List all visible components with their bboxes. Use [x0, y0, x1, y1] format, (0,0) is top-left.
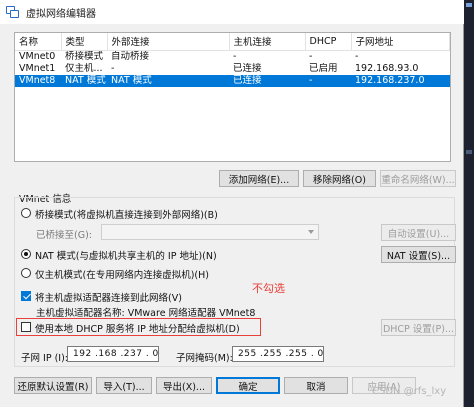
subnet-mask-label: 子网掩码(M):	[176, 353, 233, 364]
cell-type: 仅主机...	[65, 62, 103, 74]
column-header-name[interactable]: 名称	[15, 33, 62, 51]
window-title: 虚拟网络编辑器	[26, 8, 96, 20]
cancel-button[interactable]: 取消	[284, 377, 348, 394]
cell-external: 自动桥接	[111, 50, 150, 62]
cell-dhcp: -	[305, 74, 351, 87]
dhcp-checkbox[interactable]	[21, 322, 31, 332]
connect-adapter-label[interactable]: 将主机虚拟适配器连接到此网络(V)	[35, 290, 182, 304]
cell-external: NAT 模式	[107, 74, 229, 87]
restore-defaults-button[interactable]: 还原默认设置(R)	[14, 377, 92, 394]
host-only-mode-label[interactable]: 仅主机模式(在专用网络内连接虚拟机)(H)	[35, 267, 209, 281]
background-decoration	[466, 3, 472, 7]
bridged-to-label: 已桥接至(G):	[36, 230, 92, 241]
background-strip	[464, 0, 474, 407]
column-header-host[interactable]: 主机连接	[229, 33, 306, 51]
column-header-dhcp[interactable]: DHCP	[305, 33, 352, 51]
column-header-external[interactable]: 外部连接	[107, 33, 230, 51]
subnet-ip-label: 子网 IP (I):	[21, 353, 68, 364]
title-bar: 虚拟网络编辑器	[0, 0, 464, 24]
export-button[interactable]: 导出(X)...	[156, 377, 212, 394]
bridged-mode-label[interactable]: 桥接模式(将虚拟机直接连接到外部网络)(B)	[35, 207, 218, 221]
bridged-to-select[interactable]	[101, 224, 319, 240]
cell-host: -	[233, 50, 237, 62]
network-list[interactable]: 名称 类型 外部连接 主机连接 DHCP 子网地址 VMnet0 桥接模式 自动…	[14, 32, 451, 162]
add-network-button[interactable]: 添加网络(E)...	[219, 170, 299, 187]
nat-mode-label[interactable]: NAT 模式(与虚拟机共享主机的 IP 地址)(N)	[35, 248, 217, 262]
cell-host: 已连接	[229, 74, 305, 87]
cell-dhcp: -	[309, 50, 313, 62]
cell-name: VMnet1	[19, 62, 56, 74]
network-list-header: 名称 类型 外部连接 主机连接 DHCP 子网地址	[15, 33, 450, 51]
connect-adapter-checkbox[interactable]	[21, 291, 31, 301]
bridged-mode-radio[interactable]	[21, 208, 31, 218]
subnet-mask-input[interactable]: 255 .255 .255 . 0	[232, 346, 324, 362]
vmnet-info-group	[14, 197, 455, 367]
remove-network-button[interactable]: 移除网络(O)	[303, 170, 376, 187]
annotation-text: 不勾选	[252, 282, 285, 295]
cell-type: NAT 模式	[61, 74, 107, 87]
column-header-subnet[interactable]: 子网地址	[351, 33, 450, 51]
nat-mode-radio[interactable]	[21, 249, 31, 259]
import-button[interactable]: 导入(T)...	[96, 377, 152, 394]
cell-name: VMnet8	[15, 74, 61, 87]
cell-subnet: 192.168.93.0	[355, 62, 419, 74]
cell-subnet: -	[355, 50, 359, 62]
cell-type: 桥接模式	[65, 50, 104, 62]
subnet-ip-input[interactable]: 192 .168 .237 . 0	[67, 346, 159, 362]
column-header-type[interactable]: 类型	[61, 33, 108, 51]
host-only-mode-radio[interactable]	[21, 268, 31, 278]
network-row-vmnet0[interactable]: VMnet0 桥接模式 自动桥接 - - -	[15, 50, 450, 63]
network-editor-app-icon	[6, 5, 20, 19]
nat-settings-button[interactable]: NAT 设置(S)...	[381, 246, 456, 263]
dhcp-label[interactable]: 使用本地 DHCP 服务将 IP 地址分配给虚拟机(D)	[35, 321, 240, 335]
dhcp-settings-button[interactable]: DHCP 设置(P)...	[381, 319, 456, 336]
rename-network-button[interactable]: 重命名网络(W)...	[380, 170, 456, 187]
auto-settings-button[interactable]: 自动设置(U)...	[381, 224, 456, 241]
network-row-vmnet8[interactable]: VMnet8 NAT 模式 NAT 模式 已连接 - 192.168.237.0	[15, 74, 450, 87]
cell-external: -	[111, 62, 115, 74]
network-row-vmnet1[interactable]: VMnet1 仅主机... - 已连接 已启用 192.168.93.0	[15, 63, 450, 75]
cell-name: VMnet0	[19, 50, 56, 62]
cell-subnet: 192.168.237.0	[351, 74, 450, 87]
background-decoration	[466, 150, 472, 154]
cell-dhcp: 已启用	[309, 62, 338, 74]
watermark-text: CSDN @rfs_lxy	[372, 386, 447, 397]
chevron-down-icon	[308, 230, 314, 234]
virtual-network-editor-window: 虚拟网络编辑器 名称 类型 外部连接 主机连接 DHCP 子网地址 VMnet0	[0, 0, 464, 407]
adapter-name-label: 主机虚拟适配器名称: VMware 网络适配器 VMnet8	[36, 308, 256, 319]
ok-button[interactable]: 确定	[216, 377, 280, 394]
cell-host: 已连接	[233, 62, 262, 74]
